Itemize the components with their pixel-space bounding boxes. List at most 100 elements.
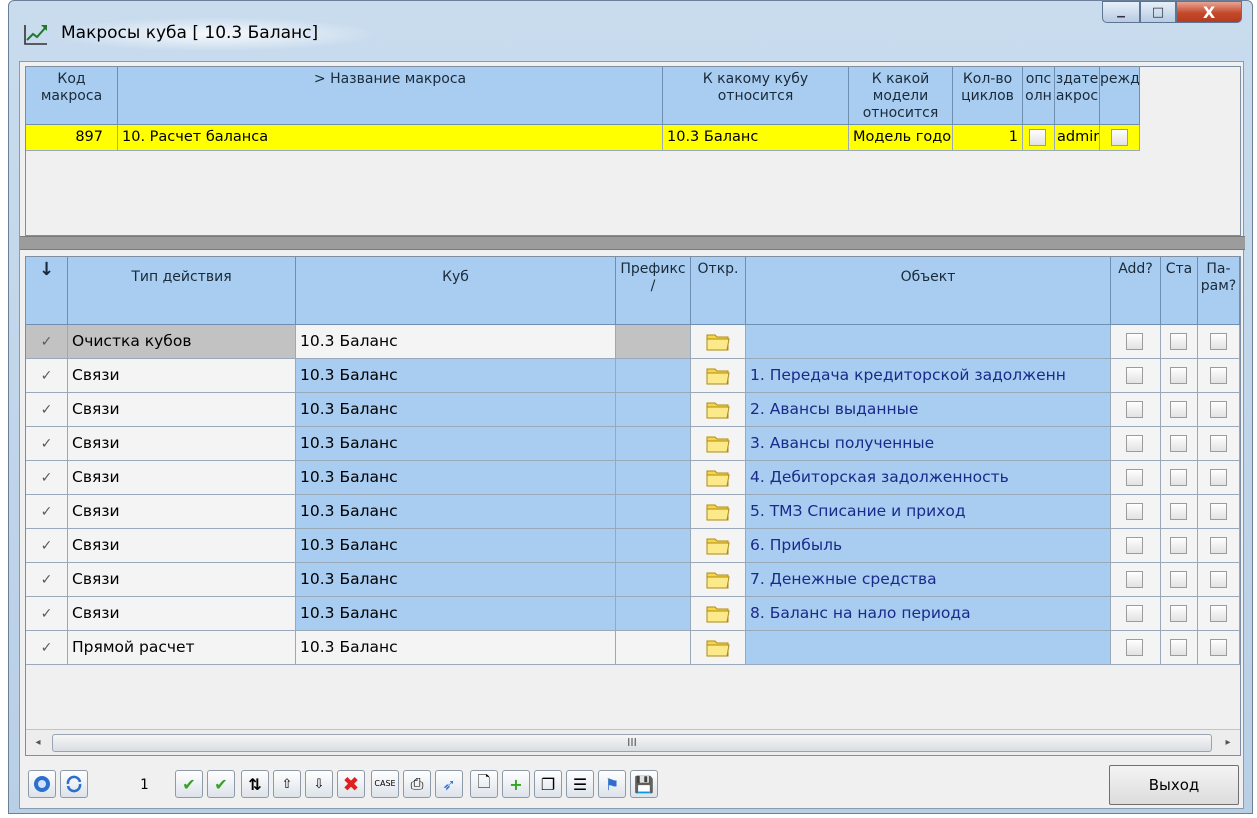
- row-check-cell[interactable]: ✓: [26, 359, 68, 393]
- cell-cube[interactable]: 10.3 Баланс: [296, 427, 616, 461]
- sort-button[interactable]: ⇅: [241, 770, 269, 798]
- minimize-button[interactable]: ▁: [1102, 1, 1140, 23]
- row-check-cell[interactable]: ✓: [26, 461, 68, 495]
- cell-action-type[interactable]: Связи: [68, 563, 296, 597]
- checkbox-params[interactable]: [1210, 367, 1227, 384]
- table-row[interactable]: ✓ Прямой расчет 10.3 Баланс: [26, 631, 1240, 665]
- checkbox[interactable]: [1111, 129, 1128, 146]
- cell-object[interactable]: [746, 631, 1111, 665]
- cell-action-type[interactable]: Связи: [68, 529, 296, 563]
- checkbox-add[interactable]: [1126, 435, 1143, 452]
- cell-object[interactable]: 2. Авансы выданные: [746, 393, 1111, 427]
- cell-open[interactable]: [691, 461, 746, 495]
- col-header-model[interactable]: К какой модели относится: [849, 67, 953, 125]
- col-header-code[interactable]: Код макроса: [26, 67, 118, 125]
- cell-open[interactable]: [691, 631, 746, 665]
- maximize-button[interactable]: □: [1140, 1, 1176, 23]
- print-button[interactable]: ⎙: [403, 770, 431, 798]
- copy-button[interactable]: ❐: [534, 770, 562, 798]
- exit-button[interactable]: Выход: [1109, 765, 1239, 805]
- folder-icon[interactable]: [706, 501, 730, 521]
- row-check-cell[interactable]: ✓: [26, 529, 68, 563]
- col-header-add[interactable]: Add?: [1111, 257, 1161, 325]
- row-check-cell[interactable]: ✓: [26, 597, 68, 631]
- col-header-c7[interactable]: здате акрос: [1055, 67, 1100, 125]
- checkbox-add[interactable]: [1126, 469, 1143, 486]
- new-button[interactable]: 🗋: [470, 770, 498, 798]
- table-row[interactable]: ✓ Связи 10.3 Баланс 7. Денежные средства: [26, 563, 1240, 597]
- folder-icon[interactable]: [706, 603, 730, 623]
- checkbox-sta[interactable]: [1170, 435, 1187, 452]
- checkbox-params[interactable]: [1210, 537, 1227, 554]
- row-check-cell[interactable]: ✓: [26, 495, 68, 529]
- cell-action-type[interactable]: Связи: [68, 495, 296, 529]
- table-row[interactable]: ✓ Связи 10.3 Баланс 8. Баланс на нало перио…: [26, 597, 1240, 631]
- col-header-prefix[interactable]: Префикс /: [616, 257, 691, 325]
- checkbox-sta[interactable]: [1170, 401, 1187, 418]
- cell-object[interactable]: 6. Прибыль: [746, 529, 1111, 563]
- columns-button[interactable]: ☰: [566, 770, 594, 798]
- cell-cube[interactable]: 10.3 Баланс: [296, 325, 616, 359]
- scroll-thumb[interactable]: III: [52, 734, 1212, 752]
- cell-prefix[interactable]: [616, 597, 691, 631]
- run-button[interactable]: ➶: [435, 770, 463, 798]
- table-row[interactable]: ✓ Связи 10.3 Баланс 1. Передача кредиторско…: [26, 359, 1240, 393]
- folder-icon[interactable]: [706, 637, 730, 657]
- checkbox-params[interactable]: [1210, 571, 1227, 588]
- cell-cube[interactable]: 10.3 Баланс: [296, 563, 616, 597]
- folder-icon[interactable]: [706, 535, 730, 555]
- folder-icon[interactable]: [706, 569, 730, 589]
- checkbox-add[interactable]: [1126, 605, 1143, 622]
- cell-open[interactable]: [691, 325, 746, 359]
- cell-action-type[interactable]: Связи: [68, 427, 296, 461]
- table-row[interactable]: ✓ Очистка кубов 10.3 Баланс: [26, 325, 1240, 359]
- add-button[interactable]: +: [502, 770, 530, 798]
- checkbox-sta[interactable]: [1170, 571, 1187, 588]
- col-header-open[interactable]: Откр.: [691, 257, 746, 325]
- cell-open[interactable]: [691, 529, 746, 563]
- checkbox-add[interactable]: [1126, 639, 1143, 656]
- apply-button[interactable]: ✔: [175, 770, 203, 798]
- cell-prefix[interactable]: [616, 495, 691, 529]
- col-header-object[interactable]: Объект: [746, 257, 1111, 325]
- folder-icon[interactable]: [706, 399, 730, 419]
- cell-open[interactable]: [691, 359, 746, 393]
- cell-action-type[interactable]: Очистка кубов: [68, 325, 296, 359]
- row-check-cell[interactable]: ✓: [26, 631, 68, 665]
- delete-button[interactable]: ✖: [337, 770, 365, 798]
- cell-prefix[interactable]: [616, 393, 691, 427]
- apply-all-button[interactable]: ✔: [207, 770, 235, 798]
- col-header-cycles[interactable]: Кол-во циклов: [953, 67, 1023, 125]
- cell-open[interactable]: [691, 393, 746, 427]
- checkbox-add[interactable]: [1126, 401, 1143, 418]
- checkbox-params[interactable]: [1210, 435, 1227, 452]
- checkbox-sta[interactable]: [1170, 333, 1187, 350]
- execute-button[interactable]: ⚑: [598, 770, 626, 798]
- table-row[interactable]: ✓ Связи 10.3 Баланс 6. Прибыль: [26, 529, 1240, 563]
- table-row[interactable]: ✓ Связи 10.3 Баланс 2. Авансы выданные: [26, 393, 1240, 427]
- row-check-cell[interactable]: ✓: [26, 393, 68, 427]
- checkbox-sta[interactable]: [1170, 605, 1187, 622]
- row-check-cell[interactable]: ✓: [26, 427, 68, 461]
- col-header-action-type[interactable]: Тип действия: [68, 257, 296, 325]
- help-button[interactable]: [28, 770, 56, 798]
- checkbox-sta[interactable]: [1170, 367, 1187, 384]
- checkbox-sta[interactable]: [1170, 469, 1187, 486]
- cell-object[interactable]: 8. Баланс на нало периода: [746, 597, 1111, 631]
- checkbox-params[interactable]: [1210, 639, 1227, 656]
- checkbox-add[interactable]: [1126, 333, 1143, 350]
- cell-creator[interactable]: admin: [1055, 125, 1100, 151]
- checkbox-add[interactable]: [1126, 571, 1143, 588]
- cell-prefix[interactable]: [616, 529, 691, 563]
- col-header-cube[interactable]: Куб: [296, 257, 616, 325]
- cell-name[interactable]: 10. Расчет баланса: [118, 125, 663, 151]
- table-row[interactable]: ✓ Связи 10.3 Баланс 4. Дебиторская задолжен…: [26, 461, 1240, 495]
- cell-open[interactable]: [691, 597, 746, 631]
- cell-cube[interactable]: 10.3 Баланс: [296, 631, 616, 665]
- cell-action-type[interactable]: Связи: [68, 359, 296, 393]
- folder-icon[interactable]: [706, 331, 730, 351]
- cell-prefix[interactable]: [616, 427, 691, 461]
- scroll-left-icon[interactable]: ◂: [30, 734, 46, 752]
- row-check-cell[interactable]: ✓: [26, 325, 68, 359]
- cell-model[interactable]: Модель годовог: [849, 125, 953, 151]
